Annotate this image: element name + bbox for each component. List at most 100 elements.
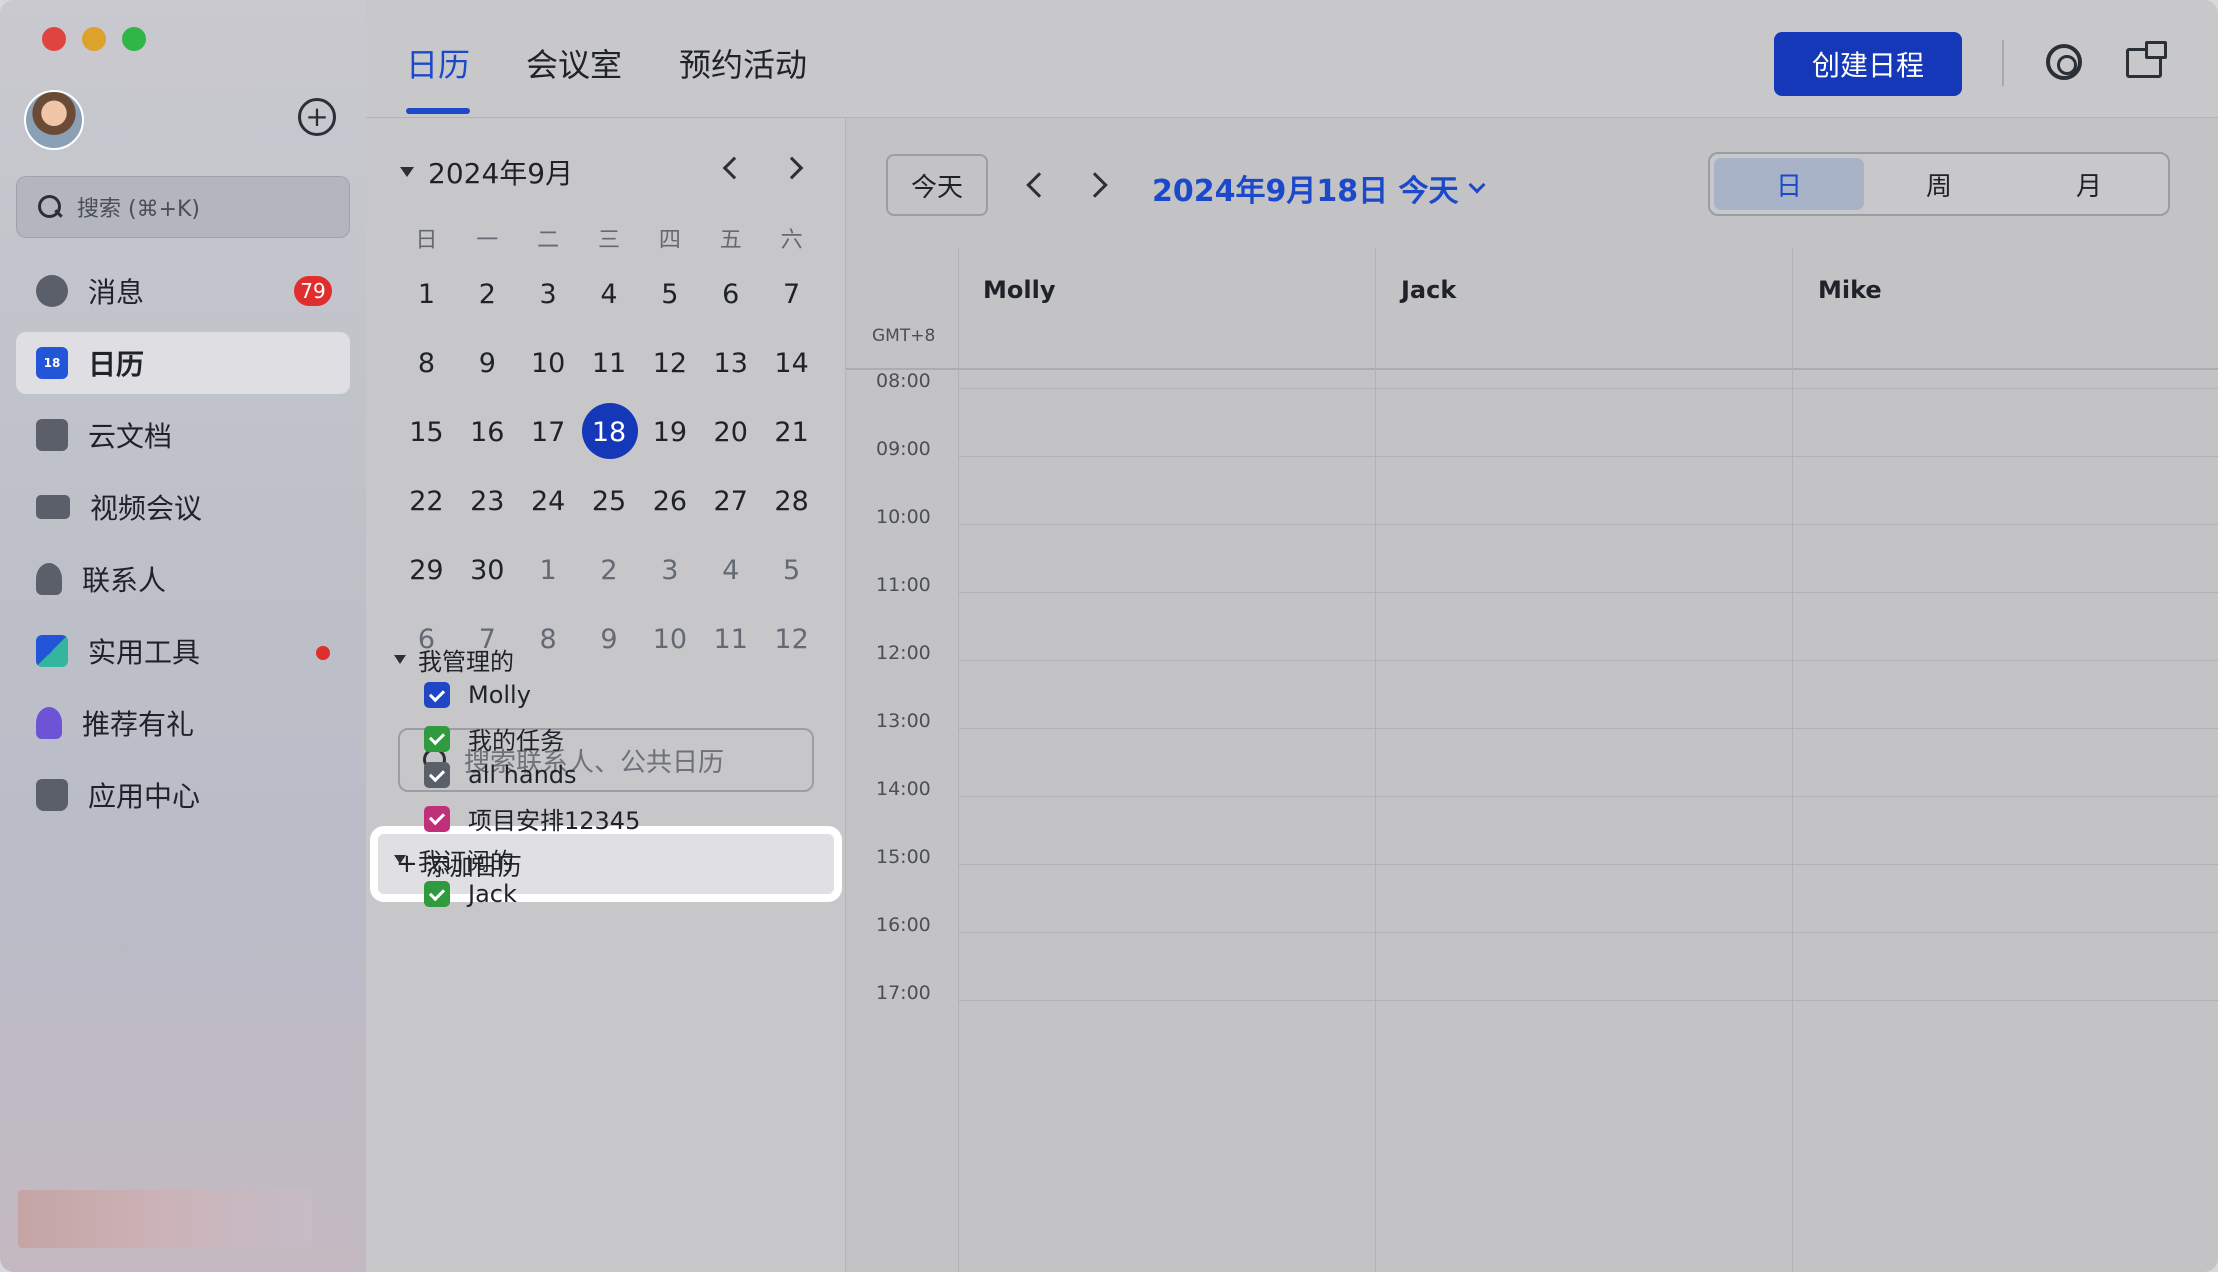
mini-calendar-week: 8 9 10 11 12 13 14 — [396, 329, 822, 398]
weekday-label: 五 — [719, 228, 742, 253]
calendar-checkbox[interactable] — [424, 881, 450, 907]
hour-label: 15:00 — [876, 846, 931, 868]
mini-calendar-day[interactable]: 2 — [579, 555, 640, 586]
mini-calendar-day[interactable]: 19 — [639, 417, 700, 448]
calendar-checkbox[interactable] — [424, 725, 450, 752]
mini-calendar-day[interactable]: 13 — [700, 348, 761, 379]
gear-icon[interactable] — [2046, 44, 2082, 80]
create-event-button[interactable]: 创建日程 — [1774, 32, 1962, 96]
sidebar-item-calendar[interactable]: 18 日历 — [16, 332, 350, 394]
mini-calendar-day[interactable]: 1 — [518, 555, 579, 586]
tab-calendar[interactable]: 日历 — [406, 40, 470, 86]
mini-calendar-day[interactable]: 18 — [579, 403, 640, 459]
popout-window-icon[interactable] — [2126, 41, 2167, 78]
mini-calendar-day[interactable]: 4 — [700, 555, 761, 586]
mini-calendar-day[interactable]: 3 — [639, 555, 700, 586]
mini-calendar-day[interactable]: 5 — [639, 279, 700, 310]
avatar[interactable] — [24, 90, 84, 150]
subscribed-calendars-header[interactable]: 我订阅的 — [394, 842, 514, 877]
mini-calendar-day[interactable]: 29 — [396, 555, 457, 586]
mini-calendar-day[interactable]: 6 — [700, 279, 761, 310]
mini-calendar-day[interactable]: 23 — [457, 486, 518, 517]
tab-booking-events[interactable]: 预约活动 — [679, 40, 807, 86]
mini-calendar-day[interactable]: 8 — [396, 348, 457, 379]
mini-calendar-day[interactable]: 12 — [639, 348, 700, 379]
mini-calendar-day[interactable]: 8 — [518, 624, 579, 655]
day-number: 6 — [722, 279, 740, 310]
mini-calendar-day[interactable]: 11 — [579, 348, 640, 379]
mini-calendar-grid: 日一二三四五六 1 2 3 4 5 6 7 8 9 10 11 12 13 14 15 16 17 18 19 20 21… — [396, 216, 822, 674]
next-month-chevron-icon[interactable] — [780, 156, 804, 180]
mini-calendar-day[interactable]: 15 — [396, 417, 457, 448]
managed-calendars-header[interactable]: 我管理的 — [394, 642, 514, 677]
today-button[interactable]: 今天 — [886, 154, 988, 216]
mini-calendar-day[interactable]: 30 — [457, 555, 518, 586]
prev-month-chevron-icon[interactable] — [722, 156, 746, 180]
sidebar-item-app-center[interactable]: 应用中心 — [16, 764, 350, 826]
calendar-list-item[interactable]: Molly — [424, 681, 531, 709]
mini-calendar-day[interactable]: 12 — [761, 624, 822, 655]
mini-calendar-day[interactable]: 27 — [700, 486, 761, 517]
mini-calendar-day[interactable]: 26 — [639, 486, 700, 517]
view-month-option[interactable]: 月 — [2014, 158, 2164, 210]
maximize-window-button[interactable] — [122, 27, 146, 51]
day-number: 10 — [652, 624, 688, 655]
global-search-input[interactable]: 搜索 (⌘+K) — [16, 176, 350, 238]
mini-calendar-day[interactable]: 9 — [457, 348, 518, 379]
mini-calendar-day[interactable]: 21 — [761, 417, 822, 448]
hour-label: 13:00 — [876, 710, 931, 732]
next-day-chevron-icon[interactable] — [1082, 172, 1108, 198]
close-window-button[interactable] — [42, 27, 66, 51]
mini-calendar-day[interactable]: 10 — [518, 348, 579, 379]
mini-calendar-day[interactable]: 4 — [579, 279, 640, 310]
mini-calendar-day[interactable]: 5 — [761, 555, 822, 586]
mini-calendar-day[interactable]: 24 — [518, 486, 579, 517]
mini-calendar-header[interactable]: 2024年9月 — [400, 152, 573, 192]
day-number: 5 — [782, 555, 801, 586]
sidebar-item-referral[interactable]: 推荐有礼 — [16, 692, 350, 754]
current-date-dropdown[interactable]: 2024年9月18日 今天 — [1152, 166, 1486, 210]
sidebar-item-video-meeting[interactable]: 视频会议 — [16, 476, 350, 538]
plus-circle-icon[interactable]: + — [298, 98, 336, 136]
tab-meeting-rooms[interactable]: 会议室 — [526, 40, 622, 86]
column-divider — [1375, 248, 1376, 1272]
weekday-label: 三 — [598, 228, 621, 253]
sidebar-item-tools[interactable]: 实用工具 — [16, 620, 350, 682]
calendar-list-item[interactable]: Jack — [424, 880, 517, 908]
mini-calendar-day[interactable]: 7 — [761, 279, 822, 310]
view-switcher: 日 周 月 — [1708, 152, 2170, 216]
mini-calendar-day[interactable]: 1 — [396, 279, 457, 310]
calendar-list-item[interactable]: all hands — [424, 761, 577, 789]
mini-calendar-day[interactable]: 14 — [761, 348, 822, 379]
sidebar-item-docs[interactable]: 云文档 — [16, 404, 350, 466]
calendar-checkbox[interactable] — [424, 682, 450, 708]
view-day-option[interactable]: 日 — [1714, 158, 1864, 210]
sidebar-item-contacts[interactable]: 联系人 — [16, 548, 350, 610]
mini-calendar-day[interactable]: 3 — [518, 279, 579, 310]
calendar-checkbox[interactable] — [424, 805, 450, 832]
document-icon — [36, 419, 68, 451]
mini-calendar-day[interactable]: 16 — [457, 417, 518, 448]
mini-calendar-day[interactable]: 10 — [639, 624, 700, 655]
mini-calendar-day[interactable]: 28 — [761, 486, 822, 517]
calendar-checkbox[interactable] — [424, 762, 450, 788]
day-number: 18 — [591, 417, 627, 448]
mini-calendar-day[interactable]: 9 — [579, 624, 640, 655]
mini-calendar-day[interactable]: 11 — [700, 624, 761, 655]
mini-calendar-day[interactable]: 2 — [457, 279, 518, 310]
mini-calendar-day[interactable]: 22 — [396, 486, 457, 517]
hour-gridline — [958, 592, 2218, 593]
day-number: 30 — [470, 555, 505, 586]
mini-calendar-day[interactable]: 17 — [518, 417, 579, 448]
sidebar-item-label: 推荐有礼 — [82, 708, 195, 741]
view-week-option[interactable]: 周 — [1864, 158, 2014, 210]
mini-calendar-day[interactable]: 25 — [579, 486, 640, 517]
day-number: 3 — [539, 279, 557, 310]
minimize-window-button[interactable] — [82, 27, 106, 51]
mini-calendar-day[interactable]: 20 — [700, 417, 761, 448]
hour-gridline — [958, 728, 2218, 729]
calendar-list-item[interactable]: 项目安排12345 — [424, 801, 640, 836]
sidebar-item-messages[interactable]: 消息 79 — [16, 260, 350, 322]
calendar-list-item[interactable]: 我的任务 — [424, 721, 564, 756]
prev-day-chevron-icon[interactable] — [1026, 172, 1052, 198]
